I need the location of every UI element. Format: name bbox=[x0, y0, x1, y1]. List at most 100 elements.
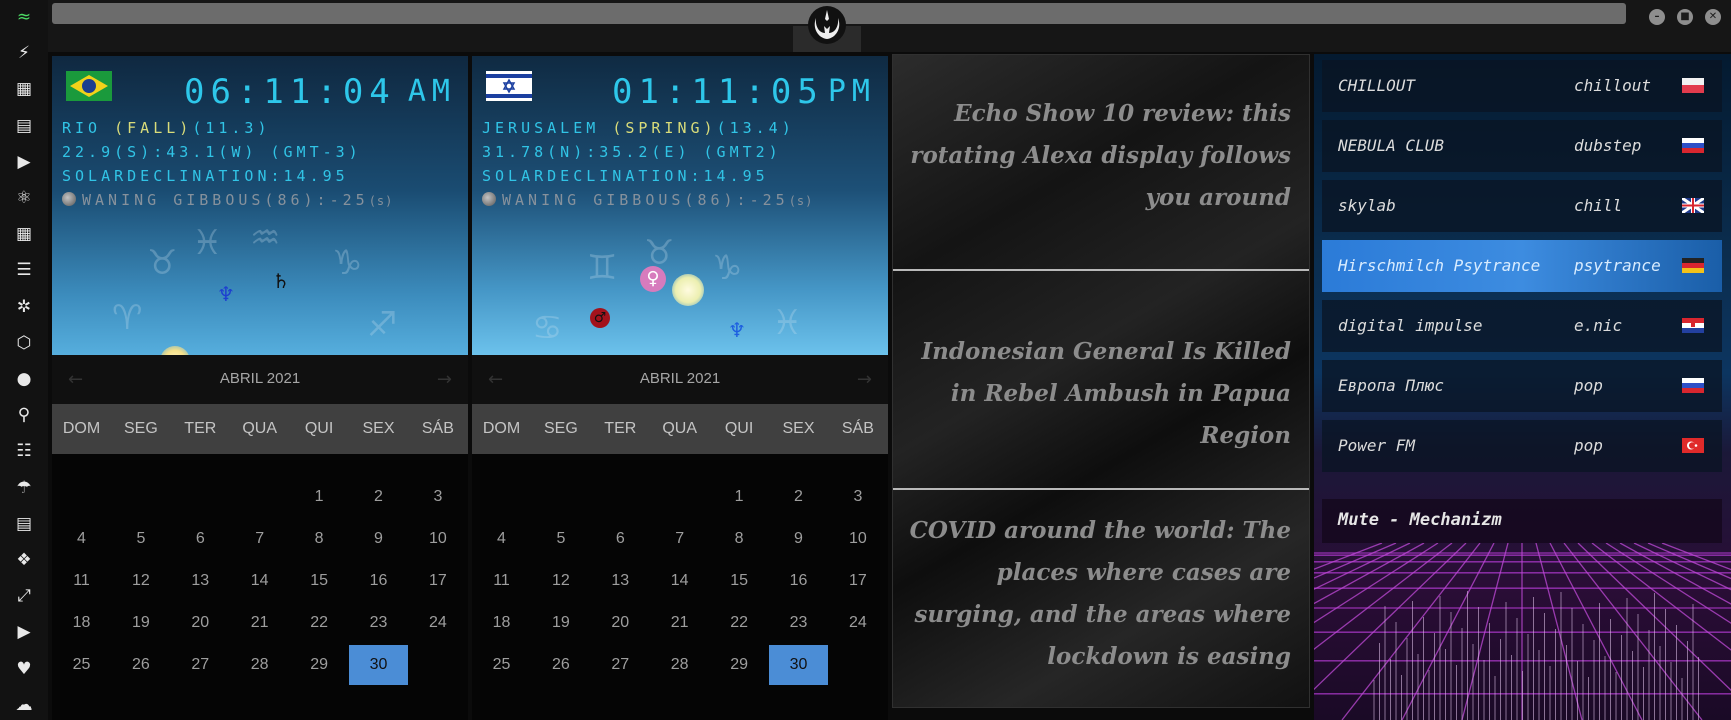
calendar-day[interactable]: 27 bbox=[171, 645, 230, 685]
calendar-day[interactable]: 18 bbox=[472, 603, 531, 643]
chevron-right-icon[interactable]: → bbox=[437, 369, 452, 390]
calendar-day[interactable]: 2 bbox=[769, 477, 828, 517]
youtube-icon[interactable]: ▶ bbox=[14, 622, 34, 642]
calendar-day[interactable]: 23 bbox=[349, 603, 408, 643]
calendar-day[interactable]: 29 bbox=[290, 645, 349, 685]
calendar-day[interactable]: 24 bbox=[828, 603, 887, 643]
station-row[interactable]: CHILLOUT chillout bbox=[1322, 60, 1722, 112]
calendar-day[interactable]: 22 bbox=[710, 603, 769, 643]
archive-icon[interactable]: ▤ bbox=[14, 116, 34, 136]
calendar-day[interactable]: 6 bbox=[591, 519, 650, 559]
chevron-right-icon[interactable]: → bbox=[857, 369, 872, 390]
umbrella-icon[interactable]: ☂ bbox=[14, 478, 34, 498]
calendar-day[interactable]: 1 bbox=[290, 477, 349, 517]
calendar-day[interactable]: 25 bbox=[52, 645, 111, 685]
calendar-day[interactable]: 4 bbox=[472, 519, 531, 559]
station-row[interactable]: Hirschmilch Psytrance psytrance bbox=[1322, 240, 1722, 292]
calendar-day[interactable]: 4 bbox=[52, 519, 111, 559]
calendar-day[interactable]: 17 bbox=[828, 561, 887, 601]
flash-icon[interactable]: ⚡ bbox=[14, 43, 34, 63]
image-icon[interactable]: ▦ bbox=[14, 224, 34, 244]
calendar-day[interactable]: 16 bbox=[349, 561, 408, 601]
calendar-day[interactable]: 22 bbox=[290, 603, 349, 643]
minimize-button[interactable]: – bbox=[1649, 9, 1665, 25]
rebel-alliance-logo[interactable] bbox=[806, 4, 848, 46]
station-row[interactable]: digital impulse e.nic bbox=[1322, 300, 1722, 352]
station-row[interactable]: Европа Плюс pop bbox=[1322, 360, 1722, 412]
calendar-day[interactable]: 26 bbox=[531, 645, 590, 685]
calendar-day[interactable]: 15 bbox=[710, 561, 769, 601]
calendar-day[interactable]: 15 bbox=[290, 561, 349, 601]
calendar-day[interactable]: 9 bbox=[349, 519, 408, 559]
calendar-day[interactable]: 1 bbox=[710, 477, 769, 517]
wifi-icon[interactable]: ≈ bbox=[14, 7, 34, 27]
weekday-label: SÁB bbox=[421, 420, 454, 437]
calendar-day[interactable]: 12 bbox=[111, 561, 170, 601]
calendar-day[interactable]: 14 bbox=[230, 561, 289, 601]
calendar-day-today[interactable]: 30 bbox=[769, 645, 828, 685]
calendar-day[interactable]: 13 bbox=[591, 561, 650, 601]
calendar-day[interactable]: 27 bbox=[591, 645, 650, 685]
fullscreen-icon[interactable]: ⤢ bbox=[14, 586, 34, 606]
calendar-day[interactable]: 19 bbox=[531, 603, 590, 643]
calendar-day[interactable]: 5 bbox=[531, 519, 590, 559]
heart-icon[interactable]: ♥ bbox=[14, 659, 34, 679]
calendar-day[interactable]: 11 bbox=[472, 561, 531, 601]
film-reel-icon[interactable]: ✲ bbox=[14, 297, 34, 317]
calendar-day[interactable]: 21 bbox=[230, 603, 289, 643]
calendar-day[interactable]: 28 bbox=[230, 645, 289, 685]
calendar-day[interactable]: 16 bbox=[769, 561, 828, 601]
news-headline[interactable]: Indonesian General Is Killed in Rebel Am… bbox=[903, 331, 1291, 457]
calendar-day[interactable]: 14 bbox=[650, 561, 709, 601]
calendar-day[interactable]: 26 bbox=[111, 645, 170, 685]
calendar-day[interactable]: 29 bbox=[710, 645, 769, 685]
calendar-day[interactable]: 25 bbox=[472, 645, 531, 685]
calendar-day[interactable]: 12 bbox=[531, 561, 590, 601]
contacts-icon[interactable]: ▤ bbox=[14, 514, 34, 534]
calendar-day[interactable]: 13 bbox=[171, 561, 230, 601]
station-row[interactable]: NEBULA CLUB dubstep bbox=[1322, 120, 1722, 172]
news-headline[interactable]: Echo Show 10 review: this rotating Alexa… bbox=[903, 93, 1291, 219]
calendar-day[interactable]: 24 bbox=[408, 603, 467, 643]
calendar-day[interactable]: 23 bbox=[769, 603, 828, 643]
calendar-day[interactable]: 20 bbox=[171, 603, 230, 643]
weekday-label: SEX bbox=[782, 420, 815, 437]
translate-icon[interactable]: ⚛ bbox=[14, 188, 34, 208]
station-row[interactable]: skylab chill bbox=[1322, 180, 1722, 232]
news-icon[interactable]: ☰ bbox=[14, 260, 34, 280]
calendar-day[interactable]: 10 bbox=[408, 519, 467, 559]
station-name: NEBULA CLUB bbox=[1338, 136, 1444, 155]
calendar-day[interactable]: 3 bbox=[408, 477, 467, 517]
calendar-day[interactable]: 6 bbox=[171, 519, 230, 559]
calendar-day[interactable]: 7 bbox=[650, 519, 709, 559]
calendar-day[interactable]: 20 bbox=[591, 603, 650, 643]
station-row[interactable]: Power FM pop bbox=[1322, 420, 1722, 472]
calendar-day-today[interactable]: 30 bbox=[349, 645, 408, 685]
calendar-day[interactable]: 2 bbox=[349, 477, 408, 517]
hexagon-icon[interactable]: ⬡ bbox=[14, 333, 34, 353]
calendar-day[interactable]: 3 bbox=[828, 477, 887, 517]
calendar-day[interactable]: 11 bbox=[52, 561, 111, 601]
search-icon[interactable]: ⚲ bbox=[14, 405, 34, 425]
calendar-day[interactable]: 8 bbox=[710, 519, 769, 559]
calendar-day[interactable]: 18 bbox=[52, 603, 111, 643]
cloud-icon[interactable]: ☁ bbox=[14, 695, 34, 715]
windows-icon[interactable]: ▦ bbox=[14, 79, 34, 99]
share-icon[interactable]: ❖ bbox=[14, 550, 34, 570]
calendar-day[interactable]: 10 bbox=[828, 519, 887, 559]
calendar-day[interactable]: 9 bbox=[769, 519, 828, 559]
calendar-day[interactable]: 28 bbox=[650, 645, 709, 685]
close-button[interactable]: ✕ bbox=[1705, 9, 1721, 25]
calendar-day[interactable]: 7 bbox=[230, 519, 289, 559]
calendar-day[interactable]: 19 bbox=[111, 603, 170, 643]
globe-icon[interactable]: ● bbox=[14, 369, 34, 389]
maximize-button[interactable]: ■ bbox=[1677, 9, 1693, 25]
news-headline[interactable]: COVID around the world: The places where… bbox=[903, 510, 1291, 678]
play-icon[interactable]: ▶ bbox=[14, 152, 34, 172]
neptune-icon: ♆ bbox=[728, 318, 746, 342]
calendar-day[interactable]: 5 bbox=[111, 519, 170, 559]
calendar-day[interactable]: 17 bbox=[408, 561, 467, 601]
map-icon[interactable]: ☷ bbox=[14, 441, 34, 461]
calendar-day[interactable]: 21 bbox=[650, 603, 709, 643]
calendar-day[interactable]: 8 bbox=[290, 519, 349, 559]
